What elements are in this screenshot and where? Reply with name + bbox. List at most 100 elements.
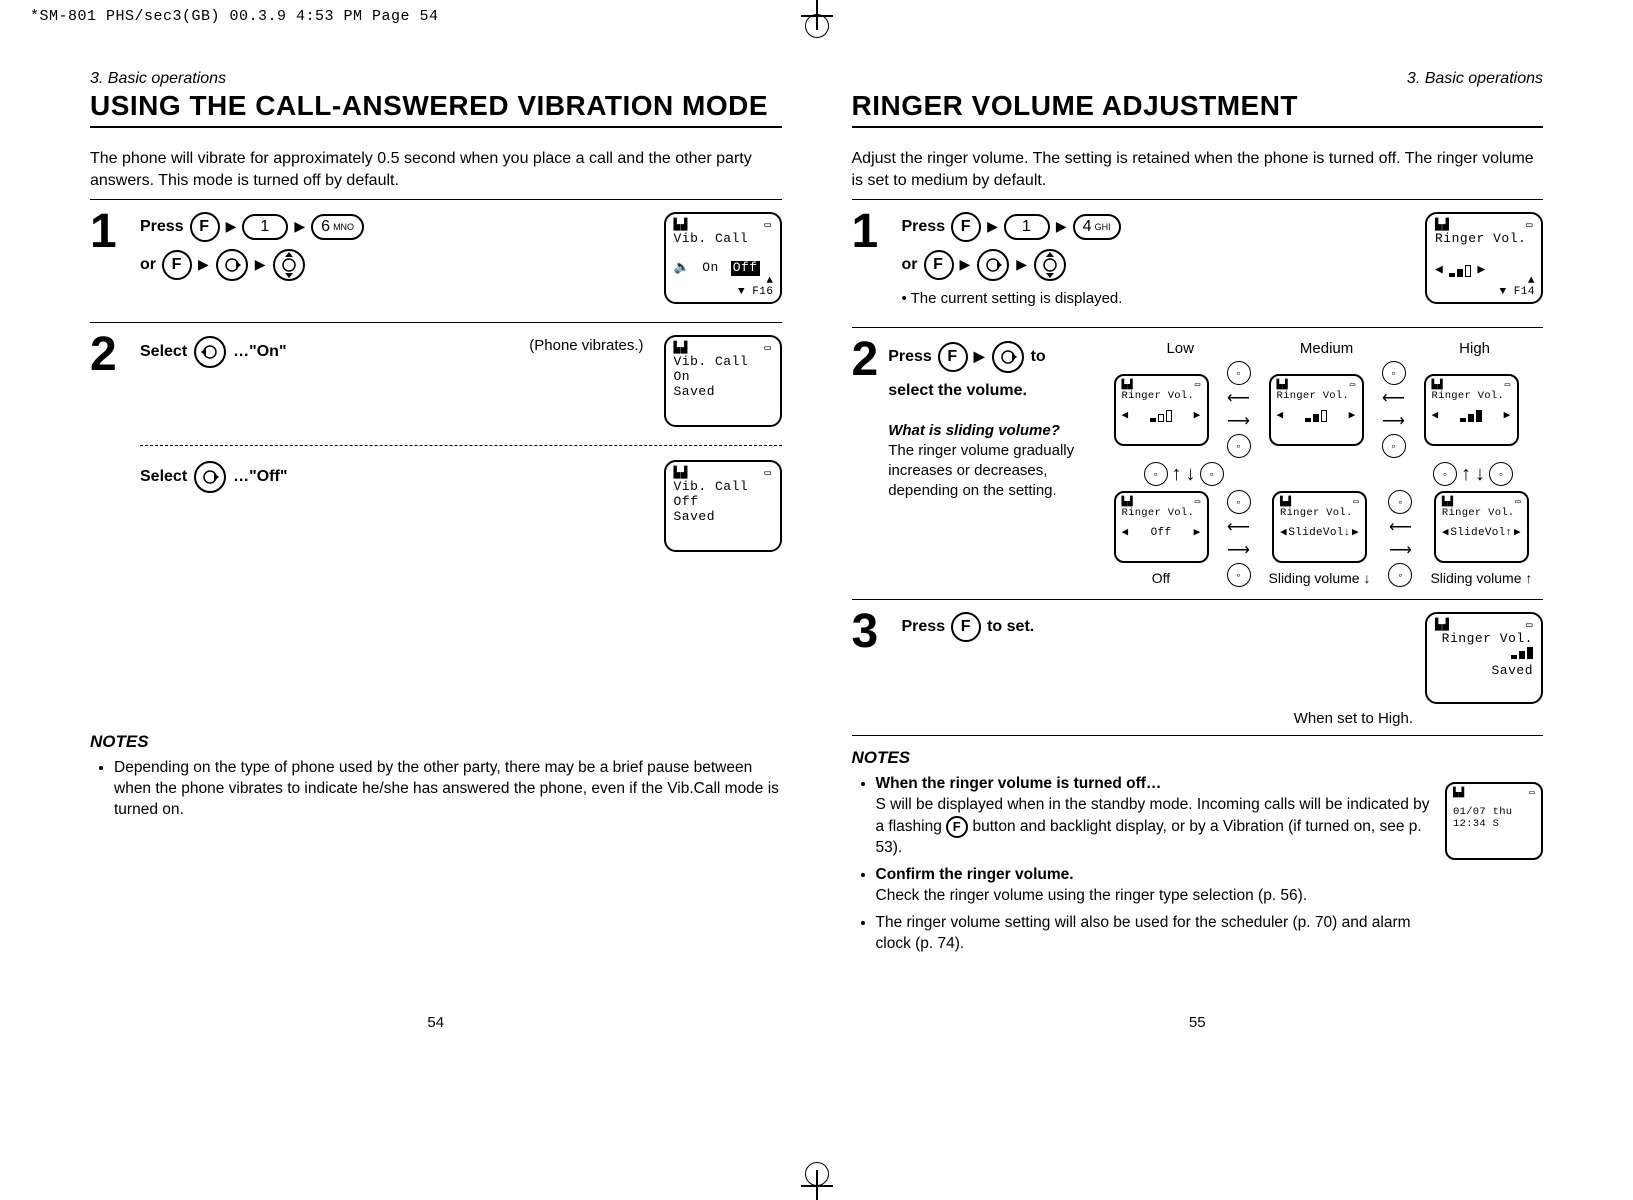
page-number-55: 55 <box>1189 1014 1206 1031</box>
arrow-icon: ▶ <box>226 217 237 237</box>
screen-fn-code: F14 <box>1514 286 1535 298</box>
notes-list-right: When the ringer volume is turned off… S … <box>852 774 1434 955</box>
battery-icon: ▭ <box>764 343 771 355</box>
screen-slidevol-up: ▙▟▭ Ringer Vol. ◀SlideVol↑▶ <box>1434 491 1529 563</box>
screen-on-option: On <box>702 261 719 276</box>
phone-screen-ringer-main: ▙▟▭ Ringer Vol. ◀▶ ▲▼ F14 <box>1425 212 1543 304</box>
lead-text-left: The phone will vibrate for approximately… <box>90 148 782 191</box>
sliding-question: What is sliding volume? <box>888 421 1108 441</box>
print-header: *SM-801 PHS/sec3(GB) 00.3.9 4:53 PM Page… <box>30 8 439 25</box>
nav-icon: ◦ <box>1382 361 1406 385</box>
page-number-54: 54 <box>427 1014 444 1031</box>
screen-vol-high: ▙▟▭ Ringer Vol. ◀▶ <box>1424 374 1519 446</box>
left-arrow-icon: ⟵ <box>1389 517 1412 537</box>
battery-icon: ▭ <box>1529 788 1535 798</box>
arrow-icon: ▶ <box>1056 217 1067 237</box>
right-arrow-icon: ⟶ <box>1389 540 1412 560</box>
note-head: Confirm the ringer volume. <box>876 866 1074 883</box>
screen-line: Saved <box>674 385 772 400</box>
vol-label-medium: Medium <box>1300 340 1353 357</box>
select-label: Select <box>140 466 187 488</box>
battery-icon: ▭ <box>1526 220 1533 232</box>
nav-icon: ◦ <box>1489 462 1513 486</box>
arrow-icon: ▶ <box>974 347 985 367</box>
arrow-icon: ▶ <box>198 255 209 275</box>
key-1: 1 <box>242 214 288 240</box>
nav-icon: ◦ <box>1382 434 1406 458</box>
screen-off-option-selected: Off <box>731 261 760 276</box>
phone-screen-standby: ▙▟▭ 01/07 thu 12:34 S <box>1445 782 1543 860</box>
caption-off: Off <box>1152 570 1170 586</box>
screen-line: On <box>674 370 772 385</box>
sliding-answer: The ringer volume gradually increases or… <box>888 441 1108 502</box>
key-f: F <box>190 212 220 242</box>
phone-vibrates-note: (Phone vibrates.) <box>529 335 643 356</box>
down-arrow-icon: ↓ <box>1186 463 1196 486</box>
screen-line: Ringer Vol. <box>1277 390 1356 402</box>
section-label-right: 3. Basic operations <box>852 70 1544 88</box>
screen-line: Ringer Vol. <box>1122 507 1201 519</box>
left-arrow-icon: ⟵ <box>1227 517 1250 537</box>
to-set-text: to set. <box>987 616 1034 638</box>
phone-screen-vib-on-saved: ▙▟▭ Vib. Call On Saved <box>664 335 782 427</box>
note-item: When the ringer volume is turned off… S … <box>876 774 1434 859</box>
screen-line: Off <box>674 495 772 510</box>
key-nav-up-down <box>1033 248 1067 282</box>
down-arrow-icon: ↓ <box>1475 463 1485 486</box>
step-number: 2 <box>90 335 130 376</box>
nav-icon: ◦ <box>1200 462 1224 486</box>
screen-vol-medium: ▙▟▭ Ringer Vol. ◀▶ <box>1269 374 1364 446</box>
vol-label-low: Low <box>1166 340 1194 357</box>
page-title-left: USING THE CALL-ANSWERED VIBRATION MODE <box>90 90 782 128</box>
note-item: The ringer volume setting will also be u… <box>876 913 1434 955</box>
screen-line: 01/07 thu <box>1453 806 1535 818</box>
off-text: …"Off" <box>233 466 287 488</box>
screen-line: Saved <box>674 510 772 525</box>
nav-icon: ◦ <box>1227 361 1251 385</box>
screen-slidevol-down: ▙▟▭ Ringer Vol. ◀SlideVol↓▶ <box>1272 491 1367 563</box>
screen-line: 12:34 S <box>1453 818 1535 830</box>
screen-line: Vib. Call <box>674 480 772 495</box>
on-text: …"On" <box>233 341 286 363</box>
left-arrow-icon: ⟵ <box>1382 388 1405 408</box>
screen-line: Ringer Vol. <box>1442 507 1521 519</box>
press-label: Press <box>902 216 946 238</box>
current-setting-note: • The current setting is displayed. <box>902 288 1416 309</box>
key-f: F <box>951 212 981 242</box>
press-label: Press <box>888 346 932 368</box>
step-number: 3 <box>852 612 892 653</box>
volume-diagram: Low Medium High ▙▟▭ Ringer Vol. ◀▶ ◦ <box>1114 340 1544 587</box>
notes-heading: NOTES <box>90 732 782 752</box>
screen-vol-low: ▙▟▭ Ringer Vol. ◀▶ <box>1114 374 1209 446</box>
battery-icon: ▭ <box>764 220 771 232</box>
caption-slide-down: Sliding volume ↓ <box>1269 570 1371 586</box>
caption-slide-up: Sliding volume ↑ <box>1430 570 1532 586</box>
arrow-icon: ▶ <box>1016 255 1027 275</box>
nav-icon: ◦ <box>1388 563 1412 587</box>
nav-icon: ◦ <box>1433 462 1457 486</box>
right-step-3: 3 Press F to set. ▙▟▭ Ringer Vol. Saved <box>852 612 1544 704</box>
phone-screen-vib-select: ▙▟▭ Vib. Call 🔈 On Off ▲▼ F16 <box>664 212 782 304</box>
screen-vol-off: ▙▟▭ Ringer Vol. ◀Off▶ <box>1114 491 1209 563</box>
arrow-icon: ▶ <box>255 255 266 275</box>
note-head: When the ringer volume is turned off… <box>876 775 1162 792</box>
key-f-inline: F <box>946 816 968 838</box>
or-label: or <box>902 254 918 276</box>
step-number: 1 <box>90 212 130 253</box>
screen-slide-up: SlideVol↑ <box>1450 527 1512 540</box>
note-body: Check the ringer volume using the ringer… <box>876 887 1308 904</box>
note-item: Depending on the type of phone used by t… <box>114 758 782 821</box>
step-number: 1 <box>852 212 892 253</box>
key-f: F <box>924 250 954 280</box>
key-nav-up-down <box>272 248 306 282</box>
nav-icon: ◦ <box>1227 563 1251 587</box>
key-f: F <box>951 612 981 642</box>
key-nav-right <box>193 460 227 494</box>
or-label: or <box>140 254 156 276</box>
screen-line: Saved <box>1435 664 1533 679</box>
right-arrow-icon: ⟶ <box>1382 411 1405 431</box>
press-label: Press <box>140 216 184 238</box>
left-step-1: 1 Press F ▶ 1 ▶ 6MNO or F ▶ <box>90 212 782 304</box>
press-label: Press <box>902 616 946 638</box>
screen-line: Vib. Call <box>674 355 772 370</box>
